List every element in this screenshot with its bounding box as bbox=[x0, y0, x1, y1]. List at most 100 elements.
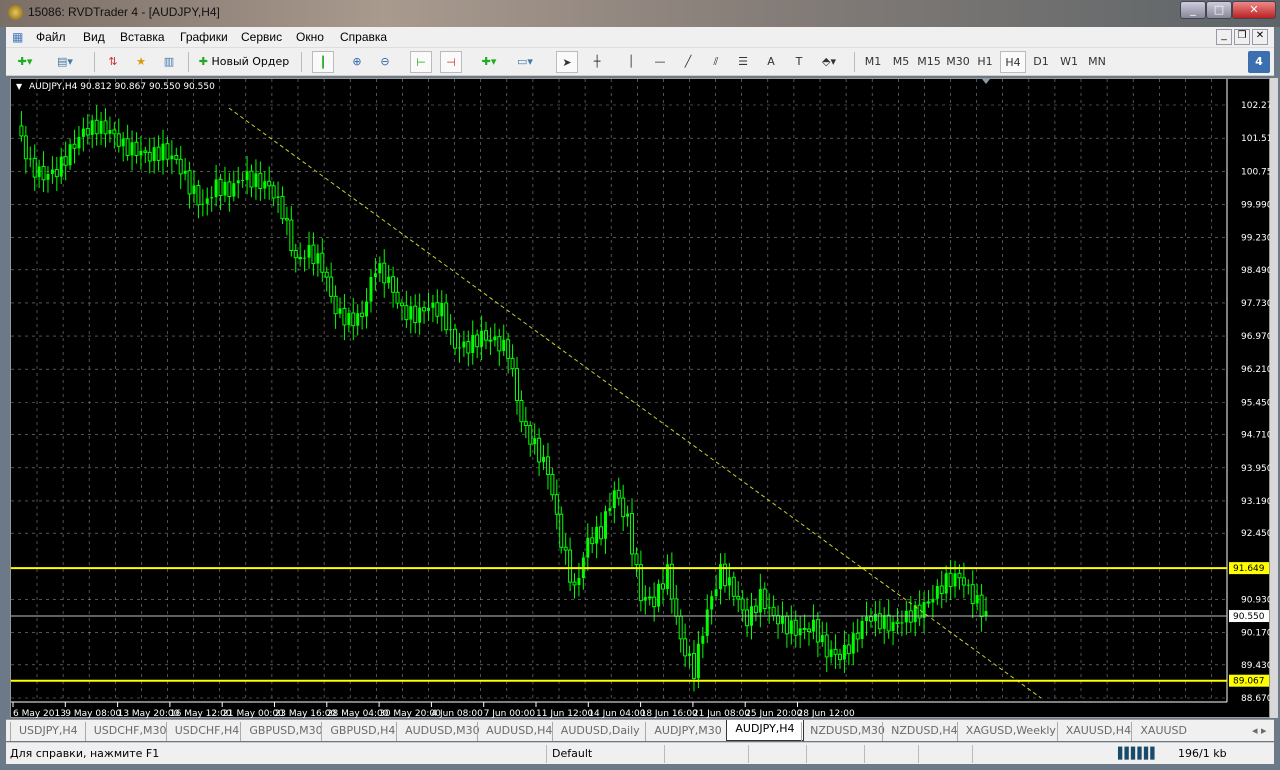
menu-help[interactable]: Справка bbox=[340, 30, 387, 44]
candle-body bbox=[528, 425, 533, 445]
candle-body bbox=[165, 143, 170, 160]
timeframe-m1[interactable]: M1 bbox=[862, 51, 884, 73]
candle-body bbox=[506, 339, 511, 359]
chart-tab[interactable]: USDJPY,H4 bbox=[10, 722, 86, 741]
price-label: 90.550 bbox=[1233, 612, 1265, 622]
vertical-scrollbar[interactable] bbox=[1270, 78, 1278, 718]
candle-body bbox=[303, 257, 307, 259]
timeframe-m30[interactable]: M30 bbox=[944, 51, 972, 73]
profile-name: Default bbox=[552, 747, 593, 760]
y-tick-label: 88.670 bbox=[1241, 694, 1271, 704]
chart-window[interactable]: 102.270 101.510 100.750 99.990 99.230 98.490 9… bbox=[10, 78, 1278, 719]
candle-body bbox=[626, 513, 630, 517]
timeframe-h4[interactable]: H4 bbox=[1000, 51, 1026, 73]
child-restore-button[interactable]: ❐ bbox=[1234, 29, 1250, 45]
menu-tools[interactable]: Сервис bbox=[241, 30, 282, 44]
menu-charts[interactable]: Графики bbox=[180, 30, 228, 44]
chart-tab[interactable]: AUDUSD,M30 bbox=[396, 722, 488, 741]
fibonacci-icon[interactable]: ☰ bbox=[732, 51, 754, 73]
candle-body bbox=[156, 146, 161, 161]
market-watch-icon[interactable]: ⇅ bbox=[102, 51, 124, 73]
candle-body bbox=[688, 653, 692, 656]
notifications-badge[interactable]: 4 bbox=[1248, 51, 1270, 73]
indicators-icon[interactable]: ✚▾ bbox=[478, 51, 500, 73]
new-order-button[interactable]: ✚ Новый Ордер bbox=[194, 51, 294, 73]
text-label-icon[interactable]: T bbox=[788, 51, 810, 73]
timeframe-mn[interactable]: MN bbox=[1086, 51, 1108, 73]
chart-tab[interactable]: GBPUSD,M30 bbox=[240, 722, 330, 741]
trendline-icon[interactable]: ╱ bbox=[677, 51, 699, 73]
price-chart[interactable]: 102.270 101.510 100.750 99.990 99.230 98.490 9… bbox=[11, 79, 1278, 719]
chart-tab[interactable]: XAUUSD bbox=[1131, 722, 1195, 741]
navigator-icon[interactable]: ★ bbox=[130, 51, 152, 73]
chart-tab[interactable]: AUDUSD,Daily bbox=[551, 722, 648, 741]
chart-tab[interactable]: AUDUSD,H4 bbox=[477, 722, 560, 741]
close-button[interactable]: ✕ bbox=[1232, 1, 1276, 19]
crosshair-icon[interactable]: ┼ bbox=[586, 51, 608, 73]
candle-body bbox=[616, 489, 621, 499]
menu-view[interactable]: Вид bbox=[83, 30, 105, 44]
chart-tab[interactable]: GBPUSD,H4 bbox=[321, 722, 403, 741]
candle-body bbox=[254, 173, 258, 188]
candle-body bbox=[418, 307, 422, 323]
terminal-icon[interactable]: ▥ bbox=[158, 51, 180, 73]
cursor-icon[interactable]: ➤ bbox=[556, 51, 578, 73]
candle-body bbox=[784, 615, 789, 635]
child-minimize-button[interactable]: _ bbox=[1216, 29, 1232, 45]
chart-tab[interactable]: XAUUSD,H4 bbox=[1056, 722, 1139, 741]
candle-body bbox=[846, 644, 851, 655]
text-icon[interactable]: A bbox=[760, 51, 782, 73]
new-chart-icon[interactable]: ✚▾ bbox=[14, 51, 36, 73]
chart-menu-triangle-icon[interactable]: ▼ bbox=[16, 82, 22, 91]
timeframe-w1[interactable]: W1 bbox=[1058, 51, 1080, 73]
app-logo-icon bbox=[8, 5, 23, 20]
timeframe-h1[interactable]: H1 bbox=[974, 51, 996, 73]
chart-tab[interactable]: AUDJPY,H4 bbox=[726, 720, 804, 741]
zoom-in-icon[interactable]: ⊕ bbox=[346, 51, 368, 73]
periods-icon[interactable]: ▭▾ bbox=[514, 51, 536, 73]
timeframe-m5[interactable]: M5 bbox=[890, 51, 912, 73]
candle-body bbox=[369, 277, 373, 302]
candle-body bbox=[480, 330, 484, 347]
candle-body bbox=[691, 652, 696, 679]
child-close-button[interactable]: ✕ bbox=[1252, 29, 1268, 45]
menu-insert[interactable]: Вставка bbox=[120, 30, 165, 44]
candlestick-icon[interactable]: ┃ bbox=[312, 51, 334, 73]
candle-body bbox=[94, 119, 99, 135]
candle-body bbox=[727, 577, 731, 586]
timeframe-d1[interactable]: D1 bbox=[1030, 51, 1052, 73]
candle-body bbox=[68, 144, 72, 166]
candle-body bbox=[324, 271, 329, 278]
candle-body bbox=[365, 301, 369, 317]
chart-tab[interactable]: XAGUSD,Weekly bbox=[956, 722, 1064, 741]
timeframe-m15[interactable]: M15 bbox=[916, 51, 942, 73]
candle-body bbox=[563, 546, 568, 551]
separator bbox=[664, 745, 665, 763]
menu-window[interactable]: Окно bbox=[296, 30, 324, 44]
chart-tab[interactable]: NZDUSD,H4 bbox=[882, 722, 966, 741]
chart-shift-icon[interactable]: ⊣ bbox=[440, 51, 462, 73]
tab-scroll-arrows[interactable]: ◂ ▸ bbox=[1244, 722, 1275, 741]
chart-tab[interactable]: USDCHF,H4 bbox=[165, 722, 248, 741]
arrows-icon[interactable]: ⬘▾ bbox=[818, 51, 840, 73]
candle-body bbox=[568, 549, 573, 583]
profiles-icon[interactable]: ▤▾ bbox=[54, 51, 76, 73]
zoom-out-icon[interactable]: ⊖ bbox=[374, 51, 396, 73]
chart-tab[interactable]: AUDJPY,M30 bbox=[645, 722, 729, 741]
y-tick-label: 102.270 bbox=[1241, 101, 1271, 111]
autoscroll-icon[interactable]: ⊢ bbox=[410, 51, 432, 73]
candle-body bbox=[577, 577, 581, 585]
minimize-button[interactable]: _ bbox=[1180, 1, 1206, 19]
menu-file[interactable]: Файл bbox=[36, 30, 66, 44]
candle-body bbox=[590, 537, 595, 545]
horizontal-line-icon[interactable]: — bbox=[649, 51, 671, 73]
chart-tab[interactable]: NZDUSD,M30 bbox=[801, 722, 893, 741]
candle-body bbox=[683, 638, 688, 657]
maximize-button[interactable]: □ bbox=[1206, 1, 1232, 19]
equidistant-channel-icon[interactable]: ⫽ bbox=[705, 51, 727, 73]
chart-tab[interactable]: USDCHF,M30 bbox=[84, 722, 175, 741]
candle-body bbox=[32, 157, 37, 178]
candle-body bbox=[435, 302, 440, 317]
x-tick-label: 18 Jun 16:00 bbox=[641, 709, 698, 719]
vertical-line-icon[interactable]: │ bbox=[620, 51, 642, 73]
